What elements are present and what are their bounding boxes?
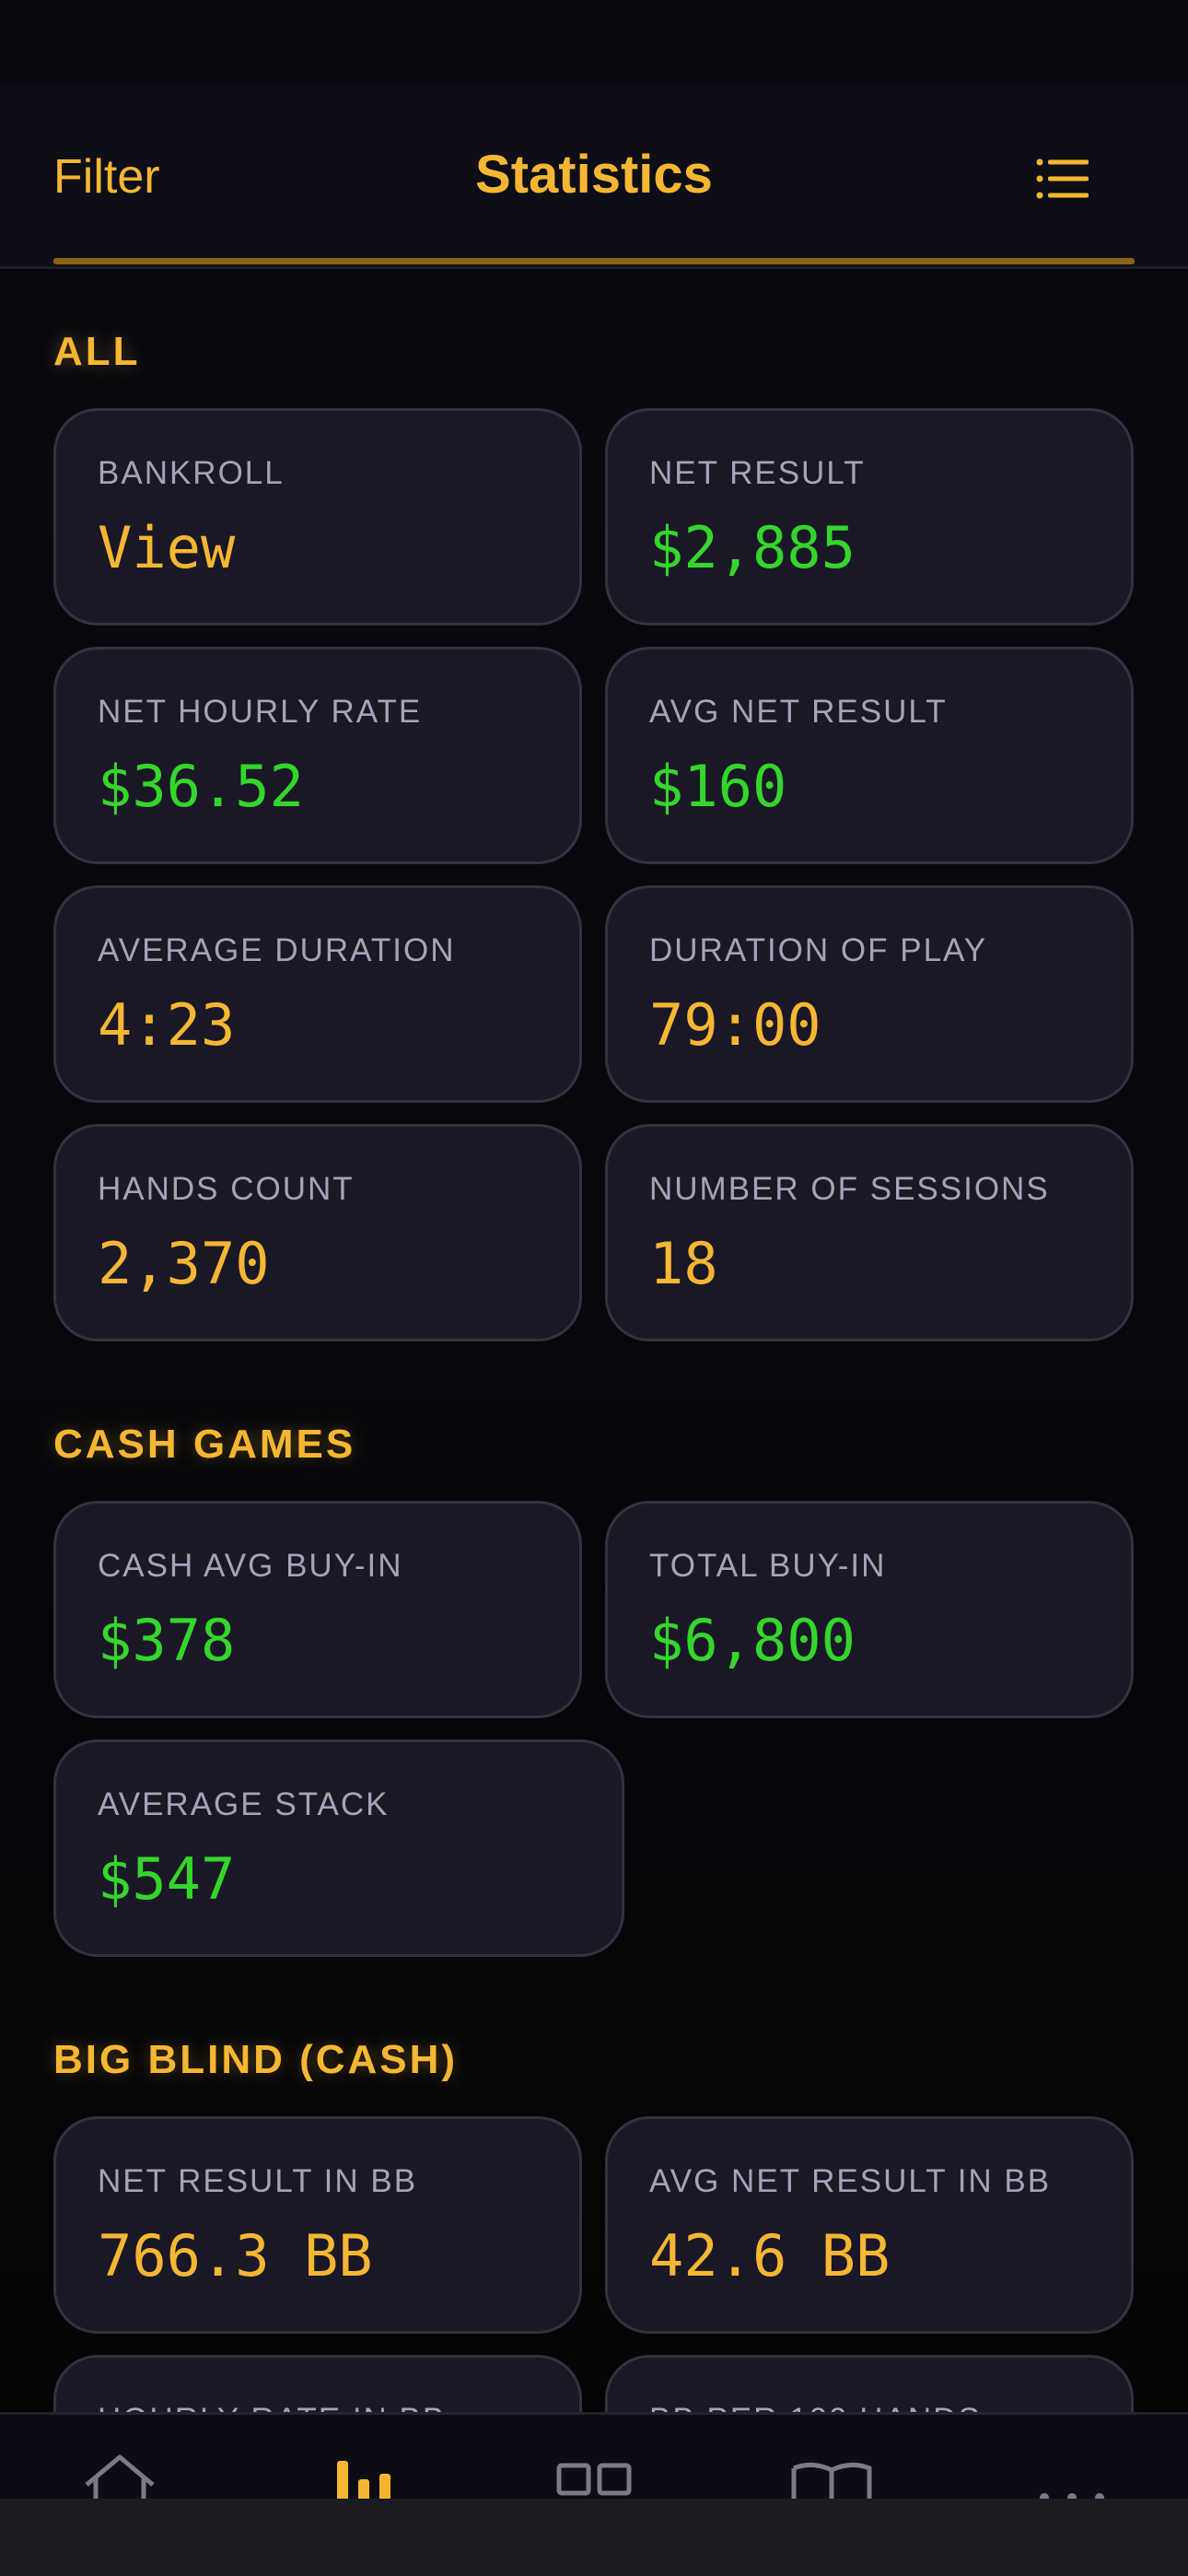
- stat-value: View: [98, 514, 236, 581]
- stat-value: 18: [649, 1230, 718, 1297]
- stat-value: $2,885: [649, 514, 856, 581]
- stat-value: 42.6 BB: [649, 2222, 891, 2289]
- section-title-big-blind-cash: BIG BLIND (CASH): [53, 2037, 459, 2082]
- list-icon[interactable]: [1035, 157, 1090, 201]
- stat-label: DURATION OF PLAY: [649, 932, 988, 968]
- tab-indicator: [53, 258, 1135, 264]
- stat-card-bb-per-100-hands[interactable]: BB PER 100 HANDS: [605, 2355, 1134, 2412]
- more-icon[interactable]: [1035, 2488, 1109, 2499]
- stat-card-bankroll[interactable]: BANKROLL View: [53, 408, 582, 626]
- stat-label: AVG NET RESULT: [649, 694, 948, 730]
- stat-card-avg-net-result-in-bb[interactable]: AVG NET RESULT IN BB 42.6 BB: [605, 2116, 1134, 2334]
- stat-label: NUMBER OF SESSIONS: [649, 1171, 1050, 1207]
- stat-label: NET HOURLY RATE: [98, 694, 423, 730]
- bar-chart-icon[interactable]: [334, 2461, 399, 2499]
- stat-card-duration-of-play[interactable]: DURATION OF PLAY 79:00: [605, 885, 1134, 1103]
- stat-label: BB PER 100 HANDS: [649, 2402, 982, 2412]
- section-title-cash-games: CASH GAMES: [53, 1422, 356, 1467]
- home-icon[interactable]: [81, 2452, 158, 2499]
- stat-value: $378: [98, 1607, 236, 1674]
- stat-card-cash-avg-buy-in[interactable]: CASH AVG BUY-IN $378: [53, 1501, 582, 1718]
- system-navigation-area: [0, 2499, 1188, 2576]
- stat-label: AVERAGE STACK: [98, 1786, 390, 1822]
- stat-value: $6,800: [649, 1607, 856, 1674]
- stat-value: 766.3 BB: [98, 2222, 373, 2289]
- stat-value: 79:00: [649, 991, 821, 1059]
- page-title: Statistics: [475, 145, 713, 205]
- stat-value: 2,370: [98, 1230, 270, 1297]
- stats-scroll-area[interactable]: ALL BANKROLL View NET RESULT $2,885 NET …: [0, 272, 1188, 2412]
- stat-value: $547: [98, 1845, 236, 1913]
- stat-value: $160: [649, 753, 787, 820]
- grid-icon[interactable]: [556, 2463, 632, 2499]
- bottom-tab-bar: [0, 2412, 1188, 2499]
- stat-card-net-result-in-bb[interactable]: NET RESULT IN BB 766.3 BB: [53, 2116, 582, 2334]
- stat-label: HANDS COUNT: [98, 1171, 355, 1207]
- stat-label: BANKROLL: [98, 455, 285, 491]
- stat-label: NET RESULT IN BB: [98, 2163, 418, 2199]
- stat-label: CASH AVG BUY-IN: [98, 1548, 403, 1584]
- stat-label: HOURLY RATE IN BB: [98, 2402, 446, 2412]
- stat-label: AVERAGE DURATION: [98, 932, 456, 968]
- stat-card-number-of-sessions[interactable]: NUMBER OF SESSIONS 18: [605, 1124, 1134, 1341]
- stat-label: AVG NET RESULT IN BB: [649, 2163, 1052, 2199]
- stat-label: NET RESULT: [649, 455, 866, 491]
- stat-card-net-hourly-rate[interactable]: NET HOURLY RATE $36.52: [53, 647, 582, 864]
- section-title-all: ALL: [53, 329, 141, 374]
- stat-card-total-buy-in[interactable]: TOTAL BUY-IN $6,800: [605, 1501, 1134, 1718]
- stat-card-average-duration[interactable]: AVERAGE DURATION 4:23: [53, 885, 582, 1103]
- status-bar: [0, 0, 1188, 85]
- stat-card-avg-net-result[interactable]: AVG NET RESULT $160: [605, 647, 1134, 864]
- stat-card-hourly-rate-in-bb[interactable]: HOURLY RATE IN BB: [53, 2355, 582, 2412]
- book-icon[interactable]: [790, 2461, 873, 2499]
- stat-card-average-stack[interactable]: AVERAGE STACK $547: [53, 1739, 624, 1957]
- stat-value: 4:23: [98, 991, 236, 1059]
- stat-card-hands-count[interactable]: HANDS COUNT 2,370: [53, 1124, 582, 1341]
- header: Filter Statistics: [0, 85, 1188, 269]
- stat-value: $36.52: [98, 753, 304, 820]
- stat-label: TOTAL BUY-IN: [649, 1548, 887, 1584]
- stat-card-net-result[interactable]: NET RESULT $2,885: [605, 408, 1134, 626]
